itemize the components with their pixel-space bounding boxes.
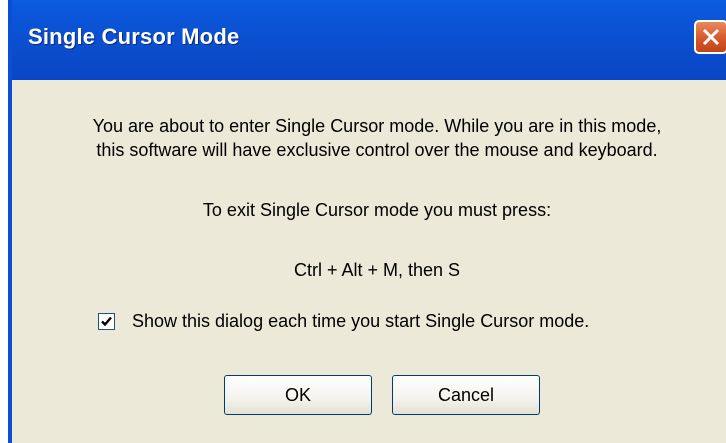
exit-instruction: To exit Single Cursor mode you must pres… — [202, 200, 552, 220]
close-button[interactable] — [694, 20, 726, 54]
single-cursor-dialog: Single Cursor Mode You are about to ente… — [8, 0, 726, 443]
show-dialog-option[interactable]: Show this dialog each time you start Sin… — [98, 309, 589, 333]
message-line-1: You are about to enter Single Cursor mod… — [92, 116, 662, 136]
close-icon — [702, 28, 720, 46]
checkmark-icon — [101, 316, 112, 326]
show-dialog-checkbox[interactable] — [98, 312, 115, 330]
title-bar[interactable]: Single Cursor Mode — [12, 0, 726, 80]
cancel-button[interactable]: Cancel — [392, 375, 540, 415]
message-line-2: this software will have exclusive contro… — [96, 140, 658, 160]
key-combination: Ctrl + Alt + M, then S — [293, 260, 461, 280]
show-dialog-label[interactable]: Show this dialog each time you start Sin… — [132, 311, 589, 332]
ok-button[interactable]: OK — [224, 375, 372, 415]
dialog-title: Single Cursor Mode — [28, 24, 240, 49]
